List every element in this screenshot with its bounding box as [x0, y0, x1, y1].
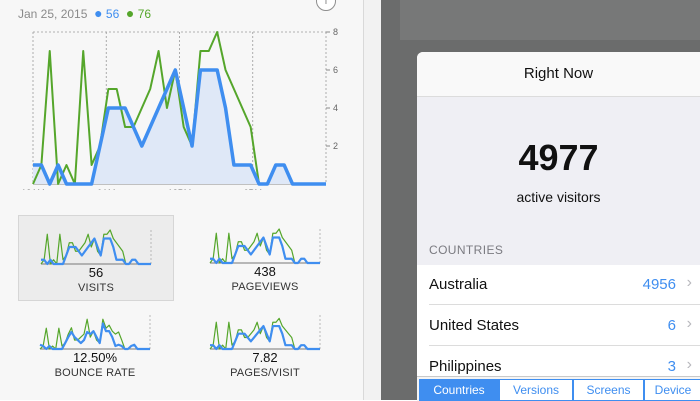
background-blur	[400, 0, 700, 40]
series-b-value: 76	[137, 7, 152, 21]
country-count: 4956	[642, 276, 676, 293]
y-tick-label: 8	[333, 27, 338, 37]
y-tick-label: 4	[333, 103, 338, 113]
stat-bounce-rate[interactable]: 12.50% BOUNCE RATE	[18, 301, 172, 385]
stat-label: BOUNCE RATE	[54, 367, 136, 379]
stat-value: 7.82	[252, 350, 278, 365]
stat-value: 56	[88, 265, 104, 280]
stat-value: 12.50%	[72, 350, 118, 365]
visits-sparkline	[40, 229, 152, 266]
active-count-label: active visitors	[516, 189, 601, 205]
stat-visits[interactable]: 56 VISITS	[18, 215, 174, 301]
country-count: 3	[667, 358, 676, 375]
card-title: Right Now	[417, 52, 700, 97]
stat-label: VISITS	[77, 282, 115, 294]
stat-value: 438	[254, 264, 276, 279]
active-count: 4977	[518, 137, 599, 178]
y-tick-label: 2	[333, 141, 338, 151]
dashboard-panel: Jan 25, 2015 ● 56 ● 76 i 2 4 6 8 12AM 6AM 12PM…	[0, 0, 363, 400]
tab-device[interactable]: Device	[644, 379, 700, 401]
row-divider	[429, 304, 700, 305]
date-row: Jan 25, 2015 ● 56 ● 76	[18, 5, 151, 21]
series-dot-icon: ●	[94, 5, 103, 21]
chevron-right-icon: ›	[686, 356, 692, 373]
chevron-right-icon: ›	[686, 274, 692, 291]
country-name: United States	[429, 317, 520, 334]
stat-pageviews[interactable]: 438 PAGEVIEWS	[188, 215, 342, 299]
right-now-card: Right Now 4977 active visitors COUNTRIES…	[417, 52, 700, 400]
x-tick-label: 12AM	[21, 188, 45, 190]
segmented-tabs: Countries Versions Screens Device	[417, 376, 700, 401]
stat-label: PAGES/VISIT	[230, 367, 300, 379]
tab-screens[interactable]: Screens	[573, 379, 644, 401]
date-label: Jan 25, 2015	[18, 7, 88, 21]
bounce-rate-sparkline	[39, 315, 151, 351]
x-tick-label: 6AM	[97, 188, 116, 190]
stat-label: PAGEVIEWS	[231, 281, 299, 293]
chevron-right-icon: ›	[686, 315, 692, 332]
x-tick-label: 6PM	[243, 188, 262, 190]
stat-pages-per-visit[interactable]: 7.82 PAGES/VISIT	[188, 301, 342, 385]
series-a-value: 56	[105, 7, 120, 21]
country-name: Australia	[429, 276, 488, 293]
country-name: Philippines	[429, 358, 502, 375]
section-header: COUNTRIES	[429, 243, 504, 257]
traffic-chart: 2 4 6 8 12AM 6AM 12PM 6PM	[21, 27, 338, 190]
x-tick-label: 12PM	[168, 188, 192, 190]
pages-per-visit-sparkline	[209, 315, 321, 351]
country-row[interactable]: United States 6 ›	[417, 306, 700, 346]
series-dot-icon: ●	[125, 5, 135, 21]
pageviews-sparkline	[209, 228, 321, 265]
row-divider	[429, 345, 700, 346]
country-count: 6	[667, 317, 676, 334]
tab-countries[interactable]: Countries	[419, 379, 499, 401]
info-icon[interactable]: i	[316, 0, 336, 11]
country-row[interactable]: Australia 4956 ›	[417, 265, 700, 305]
y-tick-label: 6	[333, 65, 338, 75]
tab-versions[interactable]: Versions	[499, 379, 573, 401]
panel-divider	[363, 0, 382, 400]
